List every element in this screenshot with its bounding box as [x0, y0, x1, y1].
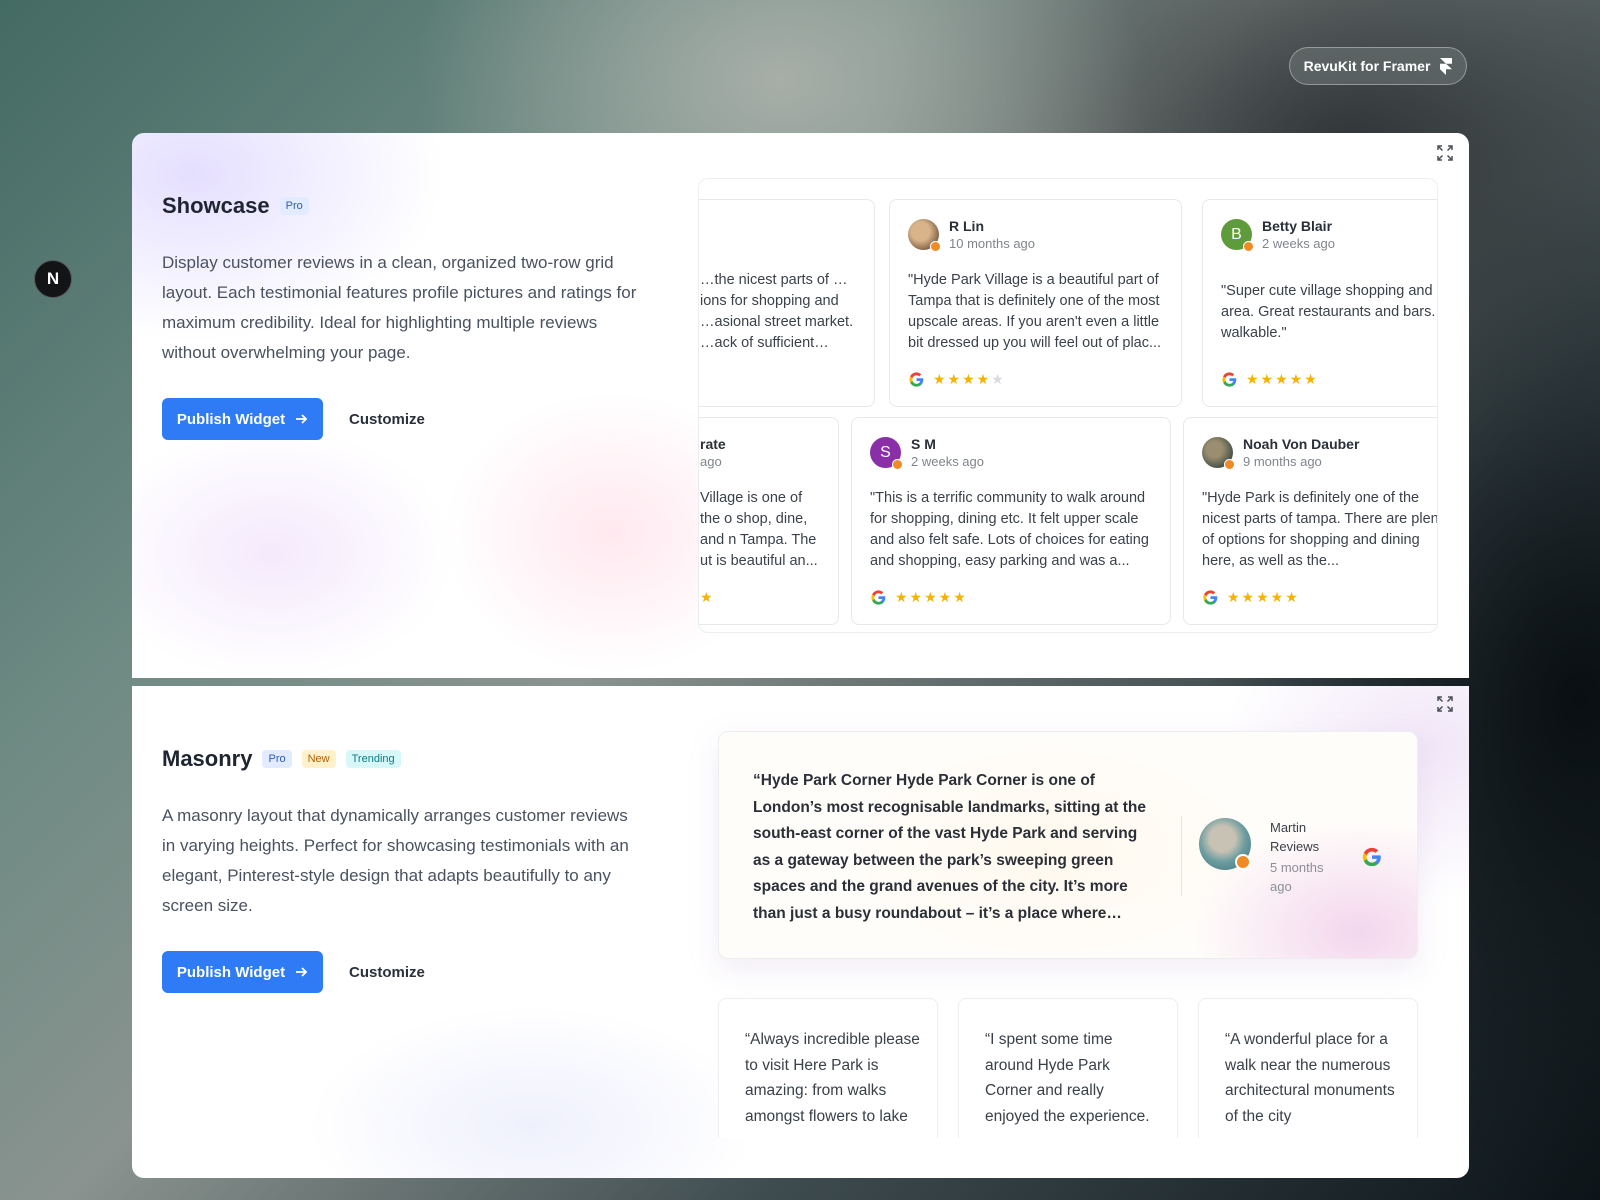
masonry-review-card[interactable]: “Always incredible please to visit Here … — [718, 998, 938, 1138]
star-rating: ★★★★★ — [895, 589, 968, 605]
reviewer-name: S M — [911, 436, 936, 452]
featured-review-card[interactable]: “Hyde Park Corner Hyde Park Corner is on… — [718, 731, 1418, 959]
review-time: ago — [700, 454, 722, 469]
review-card[interactable]: R Lin 10 months ago "Hyde Park Village is… — [889, 199, 1182, 407]
review-time: 10 months ago — [949, 236, 1036, 251]
reviewer-name: rate — [700, 436, 726, 452]
review-time: 9 months ago — [1243, 454, 1322, 469]
trending-badge: Trending — [345, 750, 401, 768]
arrow-right-icon — [296, 414, 308, 424]
showcase-panel: Showcase Pro Display customer reviews in… — [132, 133, 1469, 678]
google-icon — [909, 372, 924, 387]
review-grid: …the nicest parts of …ions for shopping … — [698, 178, 1438, 633]
divider — [1181, 816, 1182, 896]
avatar — [1199, 818, 1251, 870]
reviewer-name: Noah Von Dauber — [1243, 436, 1360, 452]
review-card[interactable]: S S M 2 weeks ago "This is a terrific com… — [851, 417, 1171, 625]
customize-button[interactable]: Customize — [349, 411, 425, 428]
star-rating: ★★★★★ — [1227, 589, 1300, 605]
star-rating: ★★★★★ — [1246, 371, 1319, 387]
reviewer-name: R Lin — [949, 218, 984, 234]
avatar: S — [870, 437, 903, 470]
review-text: “A wonderful place for a walk near the n… — [1225, 1031, 1395, 1125]
google-icon — [871, 590, 886, 605]
review-text: "Hyde Park is definitely one of the nice… — [1202, 490, 1438, 569]
new-badge: New — [301, 750, 336, 768]
masonry-panel: Masonry Pro New Trending A masonry layou… — [132, 686, 1469, 1178]
showcase-title-row: Showcase Pro — [162, 193, 309, 219]
review-card[interactable]: …the nicest parts of …ions for shopping … — [699, 199, 875, 407]
masonry-title-row: Masonry Pro New Trending — [162, 746, 401, 772]
avatar: B — [1221, 219, 1254, 252]
avatar — [1202, 437, 1235, 470]
review-text: "Hyde Park Village is a beautiful part o… — [908, 272, 1162, 351]
framer-button-label: RevuKit for Framer — [1303, 58, 1431, 74]
page-title: Showcase — [162, 193, 270, 218]
showcase-description: Display customer reviews in a clean, org… — [162, 253, 637, 362]
pro-badge: Pro — [279, 197, 309, 215]
revukit-framer-button[interactable]: RevuKit for Framer — [1289, 47, 1467, 85]
review-text: …the nicest parts of …ions for shopping … — [700, 272, 854, 351]
customize-button[interactable]: Customize — [349, 964, 425, 981]
review-text: "This is a terrific community to walk ar… — [870, 490, 1149, 569]
review-text: Village is one of the o shop, dine, and … — [700, 490, 818, 569]
review-time: 2 weeks ago — [911, 454, 984, 469]
expand-icon[interactable] — [1437, 696, 1453, 712]
review-card[interactable]: rate ago Village is one of the o shop, di… — [699, 417, 839, 625]
review-text: "Super cute village shopping and area. G… — [1221, 283, 1436, 341]
featured-review-text: “Hyde Park Corner Hyde Park Corner is on… — [753, 772, 1147, 922]
google-icon — [1222, 372, 1237, 387]
reviewer-name: Martin Reviews — [1270, 820, 1320, 854]
framer-icon — [1440, 57, 1453, 75]
review-card[interactable]: B Betty Blair 2 weeks ago "Super cute vil… — [1202, 199, 1437, 407]
star-rating: ★★★★★ — [933, 371, 1006, 387]
review-text: “Always incredible please to visit Here … — [745, 1031, 920, 1125]
star-rating: ★ — [700, 589, 715, 605]
google-icon — [1362, 847, 1381, 867]
review-time: 5 months ago — [1270, 860, 1324, 894]
masonry-description: A masonry layout that dynamically arrang… — [162, 806, 629, 915]
avatar — [908, 219, 941, 252]
masonry-review-card[interactable]: “A wonderful place for a walk near the n… — [1198, 998, 1418, 1138]
reviewer-name: Betty Blair — [1262, 218, 1333, 234]
arrow-right-icon — [296, 967, 308, 977]
masonry-review-card[interactable]: “I spent some time around Hyde Park Corn… — [958, 998, 1178, 1138]
nextjs-badge[interactable]: N — [34, 260, 72, 298]
expand-icon[interactable] — [1437, 145, 1453, 161]
publish-widget-button[interactable]: Publish Widget — [162, 951, 323, 993]
page-title: Masonry — [162, 746, 253, 771]
google-icon — [1203, 590, 1218, 605]
pro-badge: Pro — [262, 750, 292, 768]
review-time: 2 weeks ago — [1262, 236, 1335, 251]
review-card[interactable]: Noah Von Dauber 9 months ago "Hyde Park i… — [1183, 417, 1438, 625]
publish-widget-button[interactable]: Publish Widget — [162, 398, 323, 440]
review-text: “I spent some time around Hyde Park Corn… — [985, 1031, 1150, 1125]
